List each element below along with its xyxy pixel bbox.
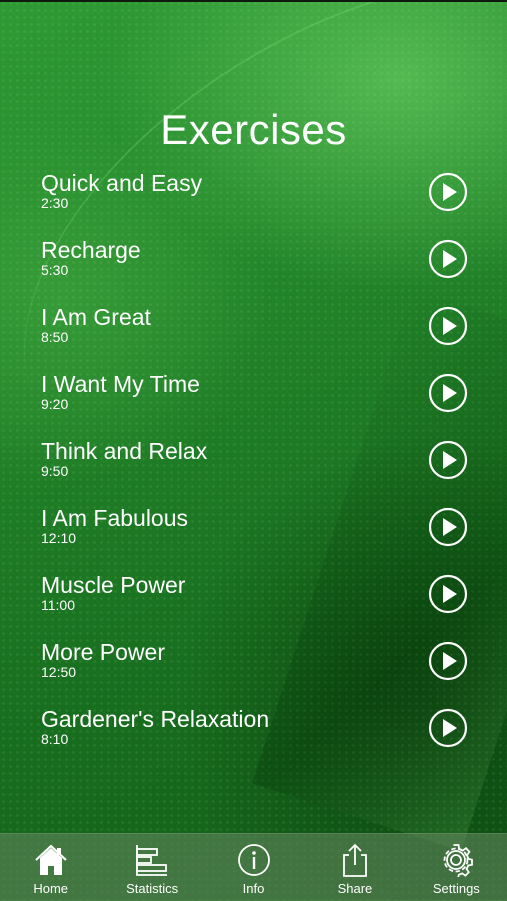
play-button[interactable] (428, 440, 468, 480)
play-icon (428, 306, 468, 346)
play-button[interactable] (428, 373, 468, 413)
tab-label: Settings (432, 881, 480, 896)
exercise-name: I Am Fabulous (41, 505, 189, 531)
statistics-icon (136, 845, 168, 876)
play-button[interactable] (428, 708, 468, 748)
page-title: Exercises (160, 106, 347, 154)
info-icon (237, 844, 270, 876)
exercise-row[interactable]: Recharge 5:30 (0, 225, 507, 292)
play-button[interactable] (428, 574, 468, 614)
exercise-name: Gardener's Relaxation (41, 706, 270, 732)
tab-label: Info (242, 881, 265, 896)
exercise-duration: 12:10 (41, 530, 77, 546)
exercise-row[interactable]: Quick and Easy 2:30 (0, 158, 507, 225)
exercise-row[interactable]: Muscle Power 11:00 (0, 560, 507, 627)
exercise-row[interactable]: I Want My Time 9:20 (0, 359, 507, 426)
exercise-row[interactable]: Think and Relax 9:50 (0, 426, 507, 493)
tab-home[interactable]: Home (0, 834, 101, 901)
exercise-name: More Power (41, 639, 165, 665)
play-button[interactable] (428, 172, 468, 212)
exercise-row[interactable]: Gardener's Relaxation 8:10 (0, 694, 507, 761)
exercise-row[interactable]: I Am Fabulous 12:10 (0, 493, 507, 560)
tab-share[interactable]: Share (304, 834, 405, 901)
tab-label: Home (33, 881, 69, 896)
tab-label: Statistics (126, 881, 179, 896)
play-button[interactable] (428, 507, 468, 547)
play-icon (428, 440, 468, 480)
exercise-row[interactable]: I Am Great 8:50 (0, 292, 507, 359)
exercise-duration: 8:50 (41, 329, 69, 345)
exercise-name: Think and Relax (41, 438, 208, 464)
play-icon (428, 574, 468, 614)
exercise-name: Quick and Easy (41, 170, 203, 196)
share-icon (343, 843, 367, 877)
exercise-duration: 11:00 (41, 597, 75, 613)
exercise-name: I Want My Time (41, 371, 200, 397)
tab-info[interactable]: Info (203, 834, 304, 901)
play-button[interactable] (428, 641, 468, 681)
exercise-list: Quick and Easy 2:30 Recharge 5:30 I Am G… (0, 158, 507, 761)
gear-icon (443, 844, 474, 877)
play-icon (428, 708, 468, 748)
play-icon (428, 641, 468, 681)
tab-bar: Home Statistics Info Share Settings (0, 833, 507, 901)
play-icon (428, 239, 468, 279)
tab-label: Share (337, 881, 373, 896)
exercise-duration: 5:30 (41, 262, 69, 278)
play-button[interactable] (428, 239, 468, 279)
exercise-duration: 9:50 (41, 463, 69, 479)
tab-settings[interactable]: Settings (406, 834, 507, 901)
play-button[interactable] (428, 306, 468, 346)
exercise-name: I Am Great (41, 304, 151, 330)
exercise-duration: 12:50 (41, 664, 77, 680)
exercise-duration: 2:30 (41, 195, 69, 211)
play-icon (428, 373, 468, 413)
exercise-name: Muscle Power (41, 572, 186, 598)
exercise-row[interactable]: More Power 12:50 (0, 627, 507, 694)
play-icon (428, 507, 468, 547)
exercise-duration: 9:20 (41, 396, 69, 412)
play-icon (428, 172, 468, 212)
exercise-duration: 8:10 (41, 731, 69, 747)
home-icon (34, 844, 67, 875)
exercise-name: Recharge (41, 237, 141, 263)
status-bar (0, 0, 507, 2)
tab-statistics[interactable]: Statistics (101, 834, 202, 901)
